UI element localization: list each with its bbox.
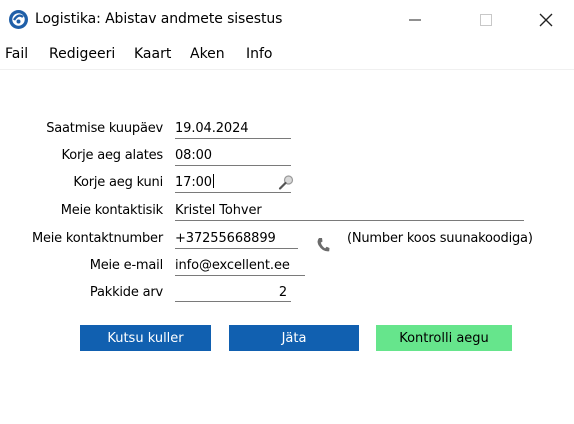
maximize-button[interactable]: [458, 0, 514, 40]
contact-phone-field[interactable]: +37255668899: [175, 230, 298, 249]
phone-icon[interactable]: [316, 237, 330, 257]
menu-redigeeri[interactable]: Redigeeri: [49, 46, 115, 62]
pickup-date-label: Saatmise kuupäev: [46, 121, 163, 136]
pickup-until-field[interactable]: 17:00: [175, 174, 291, 193]
phone-format-hint: (Number koos suunakoodiga): [347, 231, 533, 246]
skip-button[interactable]: Jäta: [229, 325, 359, 351]
pickup-date-field[interactable]: 19.04.2024: [175, 120, 291, 139]
packages-field[interactable]: 2: [175, 284, 291, 302]
pickup-date-value: 19.04.2024: [175, 121, 249, 136]
menu-info[interactable]: Info: [246, 46, 273, 62]
email-label: Meie e-mail: [89, 258, 164, 273]
check-times-label: Kontrolli aegu: [399, 330, 489, 346]
pickup-from-value: 08:00: [175, 148, 212, 163]
app-logo-icon: [8, 9, 29, 30]
email-field[interactable]: info@excellent.ee: [175, 257, 305, 276]
contact-phone-value: +37255668899: [175, 231, 276, 246]
menu-kaart[interactable]: Kaart: [134, 46, 171, 62]
contact-person-label: Meie kontaktisik: [60, 203, 163, 218]
pickup-from-label: Korje aeg alates: [61, 148, 164, 163]
pickup-from-field[interactable]: 08:00: [175, 147, 291, 166]
contact-person-value: Kristel Tohver: [175, 203, 262, 218]
contact-phone-label: Meie kontaktnumber: [31, 231, 163, 246]
menu-bar: Fail Redigeeri Kaart Aken Info: [0, 43, 574, 67]
minimize-button[interactable]: [387, 0, 443, 40]
menu-fail[interactable]: Fail: [5, 46, 28, 62]
title-bar: Logistika: Abistav andmete sisestus: [0, 0, 574, 40]
packages-value: 2: [278, 285, 287, 300]
pickup-until-label: Korje aeg kuni: [73, 175, 163, 190]
magnifier-icon[interactable]: [278, 174, 295, 195]
check-times-button[interactable]: Kontrolli aegu: [376, 325, 512, 351]
menu-separator: [0, 69, 574, 70]
close-icon: [539, 13, 553, 27]
maximize-icon: [480, 14, 492, 26]
window-title: Logistika: Abistav andmete sisestus: [35, 11, 283, 27]
skip-label: Jäta: [281, 330, 307, 346]
contact-person-field[interactable]: Kristel Tohver: [175, 202, 524, 221]
call-courier-button[interactable]: Kutsu kuller: [80, 325, 211, 351]
call-courier-label: Kutsu kuller: [107, 330, 184, 346]
email-value: info@excellent.ee: [175, 258, 290, 273]
text-cursor: [212, 174, 214, 188]
close-button[interactable]: [518, 0, 574, 40]
minimize-icon: [409, 19, 421, 21]
pickup-until-value: 17:00: [175, 175, 212, 190]
packages-label: Pakkide arv: [89, 285, 163, 300]
menu-aken[interactable]: Aken: [190, 46, 225, 62]
